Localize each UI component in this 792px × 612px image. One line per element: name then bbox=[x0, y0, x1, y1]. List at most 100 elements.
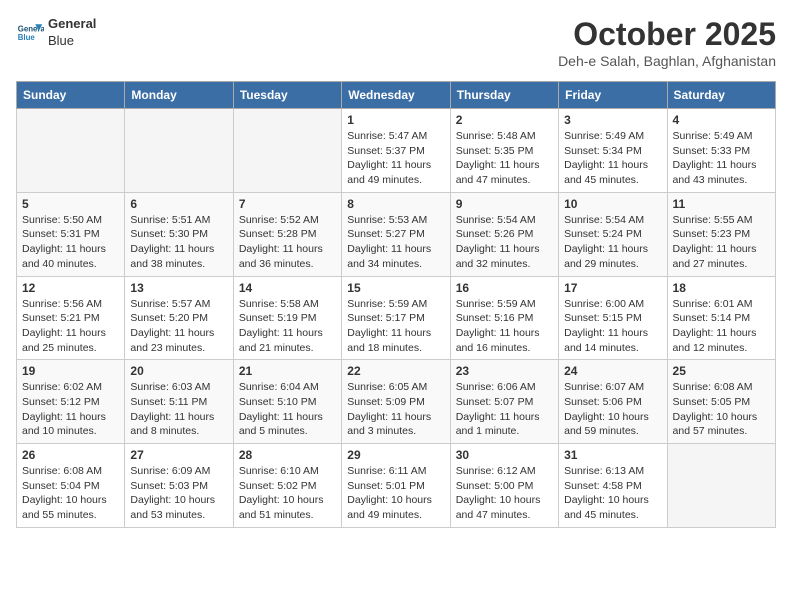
weekday-header-wednesday: Wednesday bbox=[342, 82, 450, 109]
day-info: Sunrise: 5:56 AM Sunset: 5:21 PM Dayligh… bbox=[22, 297, 119, 356]
calendar-cell: 24 Sunrise: 6:07 AM Sunset: 5:06 PM Dayli… bbox=[559, 360, 667, 444]
calendar-week-2: 5Sunrise: 5:50 AM Sunset: 5:31 PM Daylig… bbox=[17, 192, 776, 276]
calendar-cell: 21 Sunrise: 6:04 AM Sunset: 5:10 PM Dayli… bbox=[233, 360, 341, 444]
calendar-cell: 15Sunrise: 5:59 AM Sunset: 5:17 PM Dayli… bbox=[342, 276, 450, 360]
day-number: 23 bbox=[456, 364, 553, 378]
calendar-header-row: SundayMondayTuesdayWednesdayThursdayFrid… bbox=[17, 82, 776, 109]
day-info: Sunrise: 6:08 AM Sunset: 5:04 PM Dayligh… bbox=[22, 464, 119, 523]
calendar-cell: 19 Sunrise: 6:02 AM Sunset: 5:12 PM Dayli… bbox=[17, 360, 125, 444]
day-number: 19 bbox=[22, 364, 119, 378]
day-number: 20 bbox=[130, 364, 227, 378]
day-number: 29 bbox=[347, 448, 444, 462]
day-info: Sunrise: 6:13 AM Sunset: 4:58 PM Dayligh… bbox=[564, 464, 661, 523]
day-number: 30 bbox=[456, 448, 553, 462]
calendar-cell: 23 Sunrise: 6:06 AM Sunset: 5:07 PM Dayli… bbox=[450, 360, 558, 444]
day-number: 31 bbox=[564, 448, 661, 462]
calendar-cell: 10 Sunrise: 5:54 AM Sunset: 5:24 PM Dayli… bbox=[559, 192, 667, 276]
day-number: 7 bbox=[239, 197, 336, 211]
calendar-cell: 22Sunrise: 6:05 AM Sunset: 5:09 PM Dayli… bbox=[342, 360, 450, 444]
calendar-cell: 16 Sunrise: 5:59 AM Sunset: 5:16 PM Dayli… bbox=[450, 276, 558, 360]
day-info: Sunrise: 5:48 AM Sunset: 5:35 PM Dayligh… bbox=[456, 129, 553, 188]
day-info: Sunrise: 5:49 AM Sunset: 5:33 PM Dayligh… bbox=[673, 129, 770, 188]
calendar-cell: 3 Sunrise: 5:49 AM Sunset: 5:34 PM Daylig… bbox=[559, 109, 667, 193]
day-info: Sunrise: 5:49 AM Sunset: 5:34 PM Dayligh… bbox=[564, 129, 661, 188]
day-info: Sunrise: 5:54 AM Sunset: 5:26 PM Dayligh… bbox=[456, 213, 553, 272]
day-info: Sunrise: 5:54 AM Sunset: 5:24 PM Dayligh… bbox=[564, 213, 661, 272]
location: Deh-e Salah, Baghlan, Afghanistan bbox=[558, 53, 776, 69]
calendar-cell: 26 Sunrise: 6:08 AM Sunset: 5:04 PM Dayli… bbox=[17, 444, 125, 528]
day-number: 26 bbox=[22, 448, 119, 462]
calendar-cell: 28 Sunrise: 6:10 AM Sunset: 5:02 PM Dayli… bbox=[233, 444, 341, 528]
calendar-cell: 13 Sunrise: 5:57 AM Sunset: 5:20 PM Dayli… bbox=[125, 276, 233, 360]
day-number: 14 bbox=[239, 281, 336, 295]
day-number: 8 bbox=[347, 197, 444, 211]
day-number: 25 bbox=[673, 364, 770, 378]
day-info: Sunrise: 6:11 AM Sunset: 5:01 PM Dayligh… bbox=[347, 464, 444, 523]
weekday-header-thursday: Thursday bbox=[450, 82, 558, 109]
logo-icon: General Blue bbox=[16, 19, 44, 47]
weekday-header-sunday: Sunday bbox=[17, 82, 125, 109]
day-info: Sunrise: 6:07 AM Sunset: 5:06 PM Dayligh… bbox=[564, 380, 661, 439]
day-info: Sunrise: 5:47 AM Sunset: 5:37 PM Dayligh… bbox=[347, 129, 444, 188]
day-number: 22 bbox=[347, 364, 444, 378]
calendar-cell: 1 Sunrise: 5:47 AM Sunset: 5:37 PM Daylig… bbox=[342, 109, 450, 193]
day-number: 6 bbox=[130, 197, 227, 211]
day-number: 28 bbox=[239, 448, 336, 462]
day-info: Sunrise: 6:02 AM Sunset: 5:12 PM Dayligh… bbox=[22, 380, 119, 439]
logo-line1: General bbox=[48, 16, 96, 33]
calendar-cell bbox=[233, 109, 341, 193]
month-title: October 2025 bbox=[558, 16, 776, 53]
weekday-header-saturday: Saturday bbox=[667, 82, 775, 109]
day-number: 3 bbox=[564, 113, 661, 127]
day-info: Sunrise: 6:00 AM Sunset: 5:15 PM Dayligh… bbox=[564, 297, 661, 356]
calendar-week-4: 19 Sunrise: 6:02 AM Sunset: 5:12 PM Dayli… bbox=[17, 360, 776, 444]
calendar-cell: 20 Sunrise: 6:03 AM Sunset: 5:11 PM Dayli… bbox=[125, 360, 233, 444]
calendar-cell bbox=[125, 109, 233, 193]
calendar-week-1: 1 Sunrise: 5:47 AM Sunset: 5:37 PM Daylig… bbox=[17, 109, 776, 193]
page-header: General Blue General Blue October 2025 D… bbox=[16, 16, 776, 69]
calendar-cell bbox=[17, 109, 125, 193]
day-number: 18 bbox=[673, 281, 770, 295]
day-info: Sunrise: 6:03 AM Sunset: 5:11 PM Dayligh… bbox=[130, 380, 227, 439]
calendar-cell: 18 Sunrise: 6:01 AM Sunset: 5:14 PM Dayli… bbox=[667, 276, 775, 360]
day-number: 2 bbox=[456, 113, 553, 127]
weekday-header-tuesday: Tuesday bbox=[233, 82, 341, 109]
calendar-cell: 30Sunrise: 6:12 AM Sunset: 5:00 PM Dayli… bbox=[450, 444, 558, 528]
calendar-cell: 14 Sunrise: 5:58 AM Sunset: 5:19 PM Dayli… bbox=[233, 276, 341, 360]
calendar-cell: 7Sunrise: 5:52 AM Sunset: 5:28 PM Daylig… bbox=[233, 192, 341, 276]
day-info: Sunrise: 5:53 AM Sunset: 5:27 PM Dayligh… bbox=[347, 213, 444, 272]
calendar-week-3: 12Sunrise: 5:56 AM Sunset: 5:21 PM Dayli… bbox=[17, 276, 776, 360]
day-info: Sunrise: 6:01 AM Sunset: 5:14 PM Dayligh… bbox=[673, 297, 770, 356]
title-block: October 2025 Deh-e Salah, Baghlan, Afgha… bbox=[558, 16, 776, 69]
day-info: Sunrise: 5:59 AM Sunset: 5:16 PM Dayligh… bbox=[456, 297, 553, 356]
calendar-cell: 12Sunrise: 5:56 AM Sunset: 5:21 PM Dayli… bbox=[17, 276, 125, 360]
day-info: Sunrise: 5:58 AM Sunset: 5:19 PM Dayligh… bbox=[239, 297, 336, 356]
day-number: 24 bbox=[564, 364, 661, 378]
day-number: 13 bbox=[130, 281, 227, 295]
weekday-header-friday: Friday bbox=[559, 82, 667, 109]
day-number: 17 bbox=[564, 281, 661, 295]
day-number: 5 bbox=[22, 197, 119, 211]
day-number: 21 bbox=[239, 364, 336, 378]
day-number: 27 bbox=[130, 448, 227, 462]
day-info: Sunrise: 6:06 AM Sunset: 5:07 PM Dayligh… bbox=[456, 380, 553, 439]
calendar-cell: 2 Sunrise: 5:48 AM Sunset: 5:35 PM Daylig… bbox=[450, 109, 558, 193]
day-info: Sunrise: 6:04 AM Sunset: 5:10 PM Dayligh… bbox=[239, 380, 336, 439]
day-number: 10 bbox=[564, 197, 661, 211]
calendar-cell: 27 Sunrise: 6:09 AM Sunset: 5:03 PM Dayli… bbox=[125, 444, 233, 528]
day-info: Sunrise: 5:57 AM Sunset: 5:20 PM Dayligh… bbox=[130, 297, 227, 356]
day-number: 16 bbox=[456, 281, 553, 295]
logo-line2: Blue bbox=[48, 33, 96, 50]
day-number: 1 bbox=[347, 113, 444, 127]
logo-text: General Blue bbox=[48, 16, 96, 50]
calendar-cell: 4Sunrise: 5:49 AM Sunset: 5:33 PM Daylig… bbox=[667, 109, 775, 193]
calendar-cell: 31 Sunrise: 6:13 AM Sunset: 4:58 PM Dayli… bbox=[559, 444, 667, 528]
svg-text:Blue: Blue bbox=[18, 33, 36, 42]
calendar-cell: 25Sunrise: 6:08 AM Sunset: 5:05 PM Dayli… bbox=[667, 360, 775, 444]
day-info: Sunrise: 6:10 AM Sunset: 5:02 PM Dayligh… bbox=[239, 464, 336, 523]
logo: General Blue General Blue bbox=[16, 16, 96, 50]
calendar-cell: 11Sunrise: 5:55 AM Sunset: 5:23 PM Dayli… bbox=[667, 192, 775, 276]
day-info: Sunrise: 6:09 AM Sunset: 5:03 PM Dayligh… bbox=[130, 464, 227, 523]
day-number: 9 bbox=[456, 197, 553, 211]
calendar-cell: 9 Sunrise: 5:54 AM Sunset: 5:26 PM Daylig… bbox=[450, 192, 558, 276]
